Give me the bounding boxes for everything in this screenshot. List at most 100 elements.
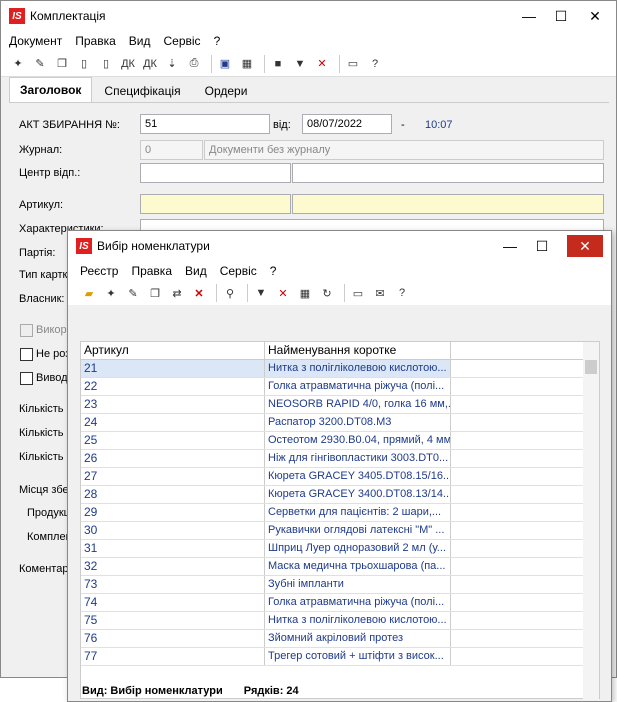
center-select[interactable] — [292, 163, 604, 183]
journal-code-field[interactable]: 0 — [140, 140, 203, 160]
maximize-button[interactable]: ☐ — [544, 1, 578, 31]
menu-help[interactable]: ? — [270, 264, 277, 278]
table-row[interactable]: 32 Маска медична трьохшарова (па... — [81, 558, 599, 576]
table-row[interactable]: 27 Кюрета GRACEY 3405.DT08.15/16... — [81, 468, 599, 486]
table-row[interactable]: 25 Остеотом 2930.B0.04, прямий, 4 мм — [81, 432, 599, 450]
table-icon[interactable]: ▦ — [296, 284, 314, 302]
refresh-icon[interactable]: ↻ — [318, 284, 336, 302]
article-cell: 30 — [81, 522, 265, 539]
dialog-close-button[interactable]: ✕ — [567, 235, 603, 257]
clear-filter-icon[interactable]: ✕ — [313, 55, 331, 73]
table-row[interactable]: 23 NEOSORB RAPID 4/0, голка 16 мм,... — [81, 396, 599, 414]
cardtype-label: Тип картк — [19, 269, 68, 281]
menu-registry[interactable]: Реєстр — [80, 264, 118, 278]
minimize-button[interactable]: — — [512, 1, 546, 31]
edit-icon[interactable]: ✎ — [124, 284, 142, 302]
table-row[interactable]: 28 Кюрета GRACEY 3400.DT08.13/14... — [81, 486, 599, 504]
table-row[interactable]: 75 Нитка з полігліколевою кислотою... — [81, 612, 599, 630]
print-icon[interactable]: ⎙ — [185, 55, 203, 73]
dash-label: - — [401, 119, 405, 131]
table-row[interactable]: 77 Трегер сотовий + штіфти з висок... — [81, 648, 599, 666]
owner-label: Власник: — [19, 293, 65, 305]
close-button[interactable]: ✕ — [578, 1, 612, 31]
notdis-checkbox[interactable] — [20, 348, 33, 361]
card-icon[interactable]: ▭ — [344, 55, 362, 73]
menu-service[interactable]: Сервіс — [164, 34, 201, 48]
clear-filter-icon[interactable]: ✕ — [274, 284, 292, 302]
filter-icon[interactable]: ▼ — [252, 284, 270, 302]
header-short-name[interactable]: Найменування коротке — [265, 342, 451, 359]
article-cell: 75 — [81, 612, 265, 629]
card-icon[interactable]: ▭ — [349, 284, 367, 302]
filter-icon[interactable]: ▼ — [291, 55, 309, 73]
save-icon[interactable]: ▣ — [216, 55, 234, 73]
date-field[interactable]: 08/07/2022 — [302, 114, 392, 134]
table-row[interactable]: 29 Серветки для пацієнтів: 2 шари,... — [81, 504, 599, 522]
separator — [247, 284, 248, 302]
menu-view[interactable]: Вид — [185, 264, 207, 278]
delete-icon[interactable]: ✕ — [190, 284, 208, 302]
search-icon[interactable]: ⚲ — [221, 284, 239, 302]
menu-help[interactable]: ? — [214, 34, 221, 48]
article-select[interactable] — [292, 194, 604, 214]
dialog-minimize-button[interactable]: — — [493, 231, 527, 261]
table-row[interactable]: 26 Ніж для гінгівопластики 3003.DT0... — [81, 450, 599, 468]
table-row[interactable]: 74 Голка атравматична ріжуча (полі... — [81, 594, 599, 612]
down-icon[interactable]: ⇣ — [163, 55, 181, 73]
tab-header[interactable]: Заголовок — [9, 77, 93, 102]
short-name-cell: Зубні імпланти — [265, 576, 451, 593]
article-cell: 73 — [81, 576, 265, 593]
menu-view[interactable]: Вид — [129, 34, 151, 48]
new-icon[interactable]: ✦ — [102, 284, 120, 302]
mail-icon[interactable]: ✉ — [371, 284, 389, 302]
table-row[interactable]: 73 Зубні імпланти — [81, 576, 599, 594]
dialog-toolbar: ▰ ✦ ✎ ❐ ⇄ ✕ ⚲ ▼ ✕ ▦ ↻ ▭ ✉ ? — [68, 281, 611, 305]
help-icon[interactable]: ? — [366, 55, 384, 73]
save-all-icon[interactable]: ▦ — [238, 55, 256, 73]
separator — [216, 284, 217, 302]
table-row[interactable]: 31 Шприц Луер одноразовий 2 мл (у... — [81, 540, 599, 558]
table-row[interactable]: 24 Распатор 3200.DT08.M3 — [81, 414, 599, 432]
new-icon[interactable]: ✦ — [9, 55, 27, 73]
scroll-thumb[interactable] — [585, 360, 597, 374]
doc2-icon[interactable]: ▯ — [97, 55, 115, 73]
separator — [211, 54, 212, 73]
copy-icon[interactable]: ❐ — [146, 284, 164, 302]
act-number-field[interactable]: 51 — [140, 114, 270, 134]
output-checkbox[interactable] — [20, 372, 33, 385]
grid-icon[interactable]: ■ — [269, 55, 287, 73]
table-row[interactable]: 76 Зйомний акріловий протез — [81, 630, 599, 648]
dialog-maximize-button[interactable]: ☐ — [525, 231, 559, 261]
vertical-scrollbar[interactable] — [583, 342, 599, 700]
menu-service[interactable]: Сервіс — [220, 264, 257, 278]
debit-icon[interactable]: ДК — [119, 55, 137, 73]
tab-orders[interactable]: Ордери — [193, 80, 260, 102]
folder-icon[interactable]: ▰ — [80, 284, 98, 302]
edit-icon[interactable]: ✎ — [31, 55, 49, 73]
table-row[interactable]: 22 Голка атравматична ріжуча (полі... — [81, 378, 599, 396]
header-article[interactable]: Артикул — [81, 342, 265, 359]
doc-icon[interactable]: ▯ — [75, 55, 93, 73]
move-icon[interactable]: ⇄ — [168, 284, 186, 302]
toolbar: ✦ ✎ ❐ ▯ ▯ ДК ДК ⇣ ⎙ ▣ ▦ ■ ▼ ✕ ▭ ? — [1, 51, 616, 77]
menu-edit[interactable]: Правка — [131, 264, 172, 278]
from-label: від: — [273, 119, 291, 131]
menu-edit[interactable]: Правка — [75, 34, 116, 48]
comment-label: Коментар — [19, 563, 69, 575]
help-icon[interactable]: ? — [393, 284, 411, 302]
article-cell: 24 — [81, 414, 265, 431]
table-row[interactable]: 30 Рукавички оглядові латексні "M" ... — [81, 522, 599, 540]
short-name-cell: Трегер сотовий + штіфти з висок... — [265, 648, 451, 665]
short-name-cell: Остеотом 2930.B0.04, прямий, 4 мм — [265, 432, 451, 449]
use-checkbox[interactable] — [20, 324, 33, 337]
article-cell: 27 — [81, 468, 265, 485]
credit-icon[interactable]: ДК — [141, 55, 159, 73]
center-code-field[interactable] — [140, 163, 291, 183]
article-code-field[interactable] — [140, 194, 291, 214]
table-row[interactable]: 21 Нитка з полігліколевою кислотою... — [81, 360, 599, 378]
tab-specification[interactable]: Специфікація — [92, 80, 192, 102]
journal-name-field[interactable]: Документи без журналу — [204, 140, 604, 160]
menu-document[interactable]: Документ — [9, 34, 62, 48]
center-label: Центр відп.: — [19, 167, 81, 179]
copy-icon[interactable]: ❐ — [53, 55, 71, 73]
